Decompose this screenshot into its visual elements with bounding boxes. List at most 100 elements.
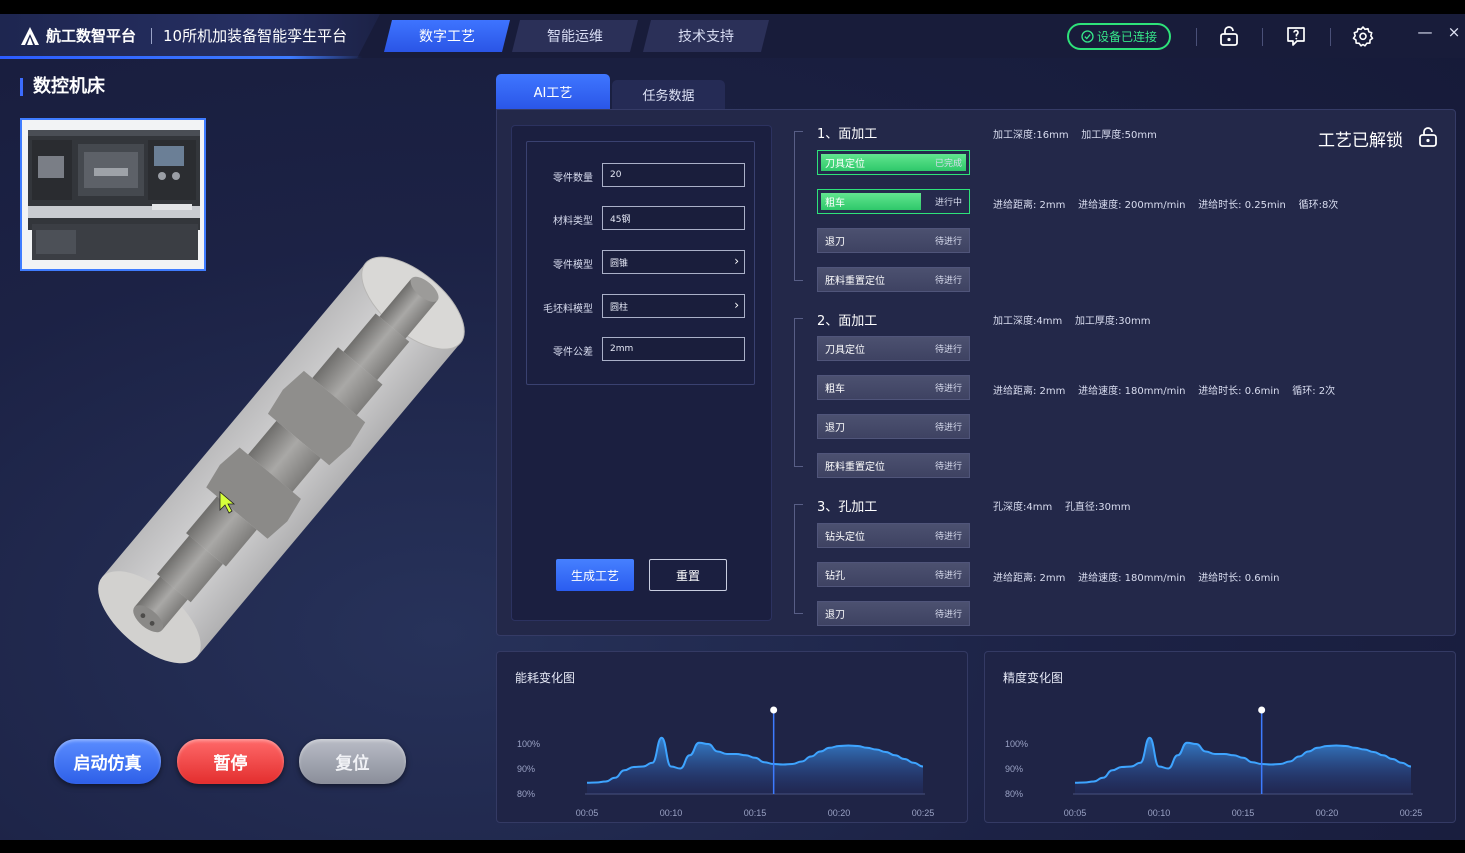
step-name: 钻头定位	[825, 532, 865, 543]
step-status: 已完成	[934, 159, 962, 169]
x-tick-label: 00:20	[828, 808, 851, 818]
x-tick-label: 00:15	[744, 808, 767, 818]
step-rough-turning[interactable]: 粗车 待进行	[817, 375, 970, 400]
step-blank-reposition[interactable]: 胚料重置定位 待进行	[817, 453, 970, 478]
step-retract[interactable]: 退刀 待进行	[817, 601, 970, 626]
tab-digital-craft[interactable]: 数字工艺	[384, 20, 510, 52]
detail-cycles: 循环: 2次	[1292, 386, 1336, 397]
step-rough-turning[interactable]: 粗车 进行中	[817, 189, 970, 214]
chevron-right-icon: ›	[734, 298, 739, 312]
y-tick-label: 100%	[517, 739, 540, 749]
step-status: 待进行	[934, 345, 962, 355]
tree-branch	[794, 131, 803, 132]
step-retract[interactable]: 退刀 待进行	[817, 414, 970, 439]
detail-duration: 进给时长: 0.6min	[1198, 573, 1280, 584]
step-name: 胚料重置定位	[825, 276, 885, 287]
step-details: 进给距离: 2mm 进给速度: 180mm/min 进给时长: 0.6min	[993, 569, 1280, 584]
check-circle-icon	[1081, 30, 1094, 43]
x-tick-label: 00:20	[1316, 808, 1339, 818]
step-name: 钻孔	[825, 571, 845, 582]
header-divider	[1330, 28, 1331, 46]
start-simulation-button[interactable]: 启动仿真	[54, 739, 161, 784]
step-details: 进给距离: 2mm 进给速度: 200mm/min 进给时长: 0.25min …	[993, 196, 1338, 211]
quantity-input[interactable]: 20	[602, 163, 745, 187]
field-label-part-model: 零件模型	[553, 260, 593, 271]
info-thickness: 加工厚度:30mm	[1074, 316, 1151, 327]
blank-model-select[interactable]: 圆柱 ›	[602, 294, 745, 318]
tab-label: 技术支持	[678, 29, 734, 45]
detail-speed: 进给速度: 180mm/min	[1078, 573, 1186, 584]
tree-line	[794, 318, 795, 466]
help-icon[interactable]	[1285, 25, 1307, 47]
step-tool-positioning[interactable]: 刀具定位 已完成	[817, 150, 970, 175]
info-hole-depth: 孔深度:4mm	[993, 502, 1053, 513]
step-status: 待进行	[934, 610, 962, 620]
material-input[interactable]: 45钢	[602, 206, 745, 230]
energy-chart-panel: 能耗变化图 100% 90% 80% 00:05 00:10 00:15 00:20 00:2…	[496, 651, 968, 823]
step-status: 待进行	[934, 571, 962, 581]
tab-smart-maintenance[interactable]: 智能运维	[512, 20, 638, 52]
x-tick-label: 00:10	[1148, 808, 1171, 818]
info-depth: 加工深度:4mm	[993, 316, 1063, 327]
detail-distance: 进给距离: 2mm	[993, 386, 1066, 397]
generate-process-button[interactable]: 生成工艺	[556, 559, 634, 591]
step-tool-positioning[interactable]: 刀具定位 待进行	[817, 336, 970, 361]
section-info: 加工深度:4mm 加工厚度:30mm	[993, 312, 1151, 327]
step-status: 进行中	[934, 198, 962, 208]
step-name: 刀具定位	[825, 159, 865, 170]
select-value: 圆柱	[610, 302, 629, 313]
field-label-quantity: 零件数量	[553, 173, 593, 184]
settings-icon[interactable]	[1352, 25, 1374, 47]
tab-label: 数字工艺	[419, 29, 475, 45]
step-name: 退刀	[825, 237, 845, 248]
detail-duration: 进给时长: 0.6min	[1198, 386, 1280, 397]
tab-label: 智能运维	[547, 29, 603, 45]
marker-point	[770, 706, 778, 714]
tree-branch	[794, 466, 803, 467]
x-tick-label: 00:15	[1232, 808, 1255, 818]
connection-status-badge[interactable]: 设备已连接	[1067, 23, 1171, 50]
reset-button[interactable]: 复位	[299, 739, 406, 784]
tab-tech-support[interactable]: 技术支持	[643, 20, 769, 52]
step-drill-positioning[interactable]: 钻头定位 待进行	[817, 523, 970, 548]
step-retract[interactable]: 退刀 待进行	[817, 228, 970, 253]
close-button[interactable]: ×	[1446, 23, 1462, 41]
step-status: 待进行	[934, 423, 962, 433]
form-reset-button[interactable]: 重置	[649, 559, 727, 591]
tolerance-input[interactable]: 2mm	[602, 337, 745, 361]
part-model-select[interactable]: 圆锥 ›	[602, 250, 745, 274]
step-name: 退刀	[825, 423, 845, 434]
step-blank-reposition[interactable]: 胚料重置定位 待进行	[817, 267, 970, 292]
step-status: 待进行	[934, 276, 962, 286]
y-tick-label: 80%	[1005, 789, 1023, 799]
brand-divider	[151, 28, 152, 44]
connection-status-text: 设备已连接	[1096, 30, 1157, 44]
tab-task-data[interactable]: 任务数据	[612, 80, 725, 109]
field-label-blank-model: 毛坯料模型	[543, 304, 593, 315]
info-thickness: 加工厚度:50mm	[1081, 130, 1157, 141]
step-details: 进给距离: 2mm 进给速度: 180mm/min 进给时长: 0.6min 循…	[993, 382, 1335, 397]
unlock-icon[interactable]	[1218, 25, 1240, 47]
detail-distance: 进给距离: 2mm	[993, 573, 1066, 584]
step-drilling[interactable]: 钻孔 待进行	[817, 562, 970, 587]
field-label-tolerance: 零件公差	[553, 347, 593, 358]
logo-icon	[21, 27, 39, 45]
tree-branch	[794, 280, 803, 281]
tab-ai-craft[interactable]: AI工艺	[496, 74, 610, 109]
process-lock-status: 工艺已解锁	[1318, 131, 1403, 151]
chevron-right-icon: ›	[734, 254, 739, 268]
step-name: 胚料重置定位	[825, 462, 885, 473]
step-name: 退刀	[825, 610, 845, 621]
energy-chart: 100% 90% 80% 00:05 00:10 00:15 00:20 00:25	[517, 706, 934, 818]
pause-button[interactable]: 暂停	[177, 739, 284, 784]
tree-branch	[794, 613, 803, 614]
step-name: 粗车	[825, 198, 845, 209]
header-divider	[1262, 28, 1263, 46]
minimize-button[interactable]: —	[1417, 23, 1433, 41]
unlock-icon[interactable]	[1416, 125, 1440, 149]
step-status: 待进行	[934, 384, 962, 394]
workpiece-3d-model	[98, 256, 465, 664]
step-status: 待进行	[934, 462, 962, 472]
tree-line	[794, 131, 795, 280]
section-title: 2、面加工	[817, 314, 878, 329]
